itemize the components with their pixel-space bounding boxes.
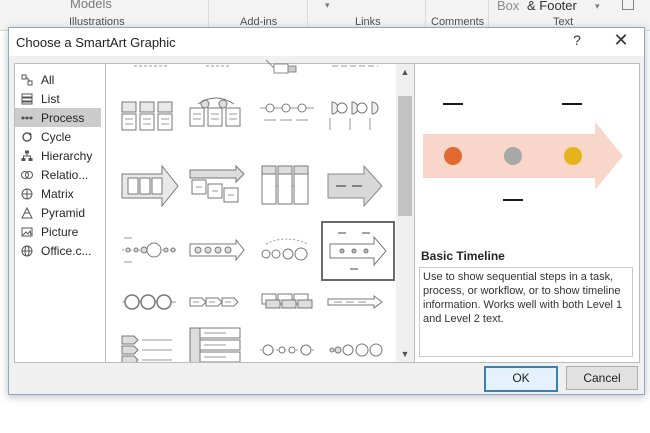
- scrollbar-thumb[interactable]: [398, 96, 412, 216]
- list-icon: [21, 93, 33, 105]
- pyramid-icon: [21, 207, 33, 219]
- layout-thumbnail[interactable]: [186, 162, 248, 212]
- layout-thumbnail[interactable]: [256, 162, 318, 212]
- category-item-pyramid[interactable]: Pyramid: [15, 203, 101, 222]
- layout-thumbnail[interactable]: [186, 326, 248, 362]
- category-label: Matrix: [41, 187, 74, 201]
- layout-thumbnail[interactable]: [256, 94, 318, 144]
- dialog-title: Choose a SmartArt Graphic: [16, 35, 176, 50]
- ribbon-separator: [208, 0, 209, 30]
- layout-thumbnail[interactable]: [324, 286, 386, 336]
- layout-thumbnail[interactable]: [186, 94, 248, 144]
- layout-thumbnail[interactable]: [118, 94, 180, 144]
- category-item-cycle[interactable]: Cycle: [15, 127, 101, 146]
- category-list: All List Process Cycle Hierarchy Relatio…: [14, 63, 106, 363]
- hierarchy-icon: [21, 150, 33, 161]
- gallery-scrollbar[interactable]: ▲ ▼: [396, 64, 414, 362]
- category-item-matrix[interactable]: Matrix: [15, 184, 101, 203]
- ribbon-separator: [488, 0, 489, 30]
- layout-thumbnail[interactable]: [256, 230, 318, 280]
- category-label: Picture: [41, 225, 79, 239]
- ribbon-models-label[interactable]: Models: [70, 0, 112, 11]
- layout-gallery: ▲ ▼: [105, 59, 417, 363]
- ribbon-textbox-label[interactable]: Box: [497, 0, 519, 13]
- layout-thumbnail[interactable]: [118, 230, 180, 280]
- preview-image: [423, 103, 623, 201]
- layout-thumbnail[interactable]: [120, 58, 182, 74]
- layout-thumbnail[interactable]: [324, 336, 386, 362]
- layout-thumbnail[interactable]: [118, 332, 180, 362]
- dialog-titlebar[interactable]: Choose a SmartArt Graphic ? ✕: [9, 28, 644, 56]
- ribbon-separator: [425, 0, 426, 30]
- category-label: List: [41, 92, 60, 106]
- chevron-down-icon[interactable]: ▾: [595, 1, 600, 12]
- layout-thumbnail[interactable]: [324, 162, 386, 212]
- category-item-office[interactable]: Office.c...: [15, 241, 101, 260]
- preview-layout-description: Use to show sequential steps in a task, …: [419, 267, 633, 357]
- category-item-process[interactable]: Process: [15, 108, 101, 127]
- scroll-up-arrow-icon[interactable]: ▲: [396, 64, 414, 80]
- close-button[interactable]: ✕: [609, 30, 633, 52]
- preview-layout-name: Basic Timeline: [421, 249, 505, 263]
- category-label: Hierarchy: [41, 149, 93, 163]
- layout-thumbnail[interactable]: [256, 58, 318, 76]
- category-item-relationship[interactable]: Relatio...: [15, 165, 101, 184]
- process-icon: [21, 116, 33, 120]
- chevron-down-icon[interactable]: ▾: [325, 0, 330, 11]
- smartart-dialog: Choose a SmartArt Graphic ? ✕ All List P…: [8, 27, 645, 395]
- scroll-down-arrow-icon[interactable]: ▼: [396, 346, 414, 362]
- preview-pane: Basic Timeline Use to show sequential st…: [414, 63, 640, 363]
- category-label: Relatio...: [41, 168, 89, 182]
- office-icon: [21, 245, 33, 257]
- timeline-dot: [504, 147, 522, 165]
- category-item-hierarchy[interactable]: Hierarchy: [15, 146, 101, 165]
- layout-thumbnail-basic-timeline[interactable]: [321, 221, 395, 281]
- layout-thumbnail[interactable]: [324, 58, 386, 74]
- cycle-icon: [22, 132, 32, 142]
- relationship-icon: [21, 171, 33, 179]
- category-label: Cycle: [41, 130, 72, 144]
- picture-icon: [21, 227, 33, 237]
- category-label: Process: [41, 111, 85, 125]
- ribbon-separator: [307, 0, 308, 30]
- layout-thumbnail[interactable]: [186, 230, 248, 280]
- category-item-picture[interactable]: Picture: [15, 222, 101, 241]
- layout-thumbnail[interactable]: [118, 286, 180, 336]
- cancel-button[interactable]: Cancel: [566, 366, 638, 390]
- checkbox-icon[interactable]: [622, 0, 634, 10]
- ok-button[interactable]: OK: [484, 366, 558, 392]
- timeline-dot: [564, 147, 582, 165]
- category-item-list[interactable]: List: [15, 89, 101, 108]
- timeline-dot: [444, 147, 462, 165]
- category-label: All: [41, 73, 55, 87]
- ribbon-header-footer-label[interactable]: & Footer: [527, 0, 577, 13]
- layout-thumbnail[interactable]: [256, 336, 318, 362]
- all-icon: [21, 74, 33, 86]
- help-button[interactable]: ?: [569, 32, 585, 52]
- category-label: Office.c...: [41, 244, 92, 258]
- category-item-all[interactable]: All: [15, 70, 101, 89]
- layout-thumbnail[interactable]: [118, 162, 180, 212]
- category-label: Pyramid: [41, 206, 86, 220]
- matrix-icon: [21, 188, 33, 200]
- layout-thumbnail[interactable]: [186, 58, 248, 74]
- layout-thumbnail[interactable]: [324, 94, 386, 144]
- layout-thumbnail[interactable]: [256, 286, 318, 336]
